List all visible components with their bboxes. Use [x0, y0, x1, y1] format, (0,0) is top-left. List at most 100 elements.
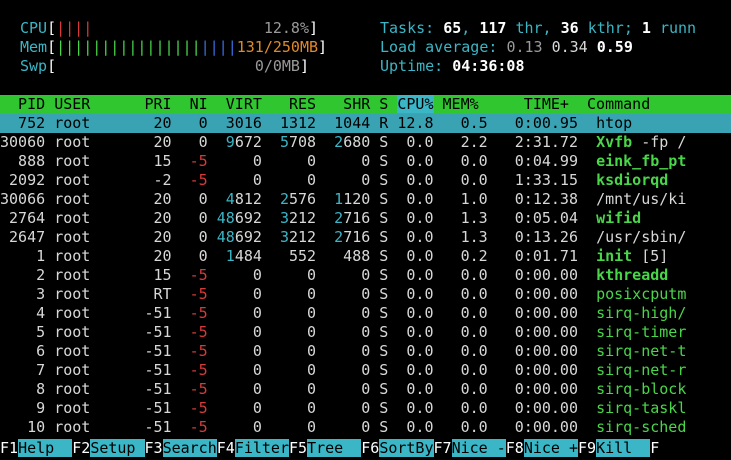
- col-res-header[interactable]: RES: [262, 95, 316, 113]
- cell-cpu: 0.0: [388, 323, 434, 341]
- col-command-header[interactable]: Command: [569, 95, 650, 113]
- fkey-label-help[interactable]: Help: [18, 439, 73, 457]
- cell-time: 0:00.00: [487, 342, 578, 360]
- table-row[interactable]: 5 root -51 -5 0 0 0 S 0.0 0.0 0:00.00 si…: [0, 323, 686, 342]
- cell-mem: 2.2: [433, 133, 488, 151]
- table-row[interactable]: 2647 root 20 0 48692 3212 2716 S 0.0 1.3…: [0, 228, 686, 247]
- table-row[interactable]: 7 root -51 -5 0 0 0 S 0.0 0.0 0:00.00 si…: [0, 361, 686, 380]
- cell-command: sirq-net-r: [596, 361, 687, 379]
- col-virt-header[interactable]: VIRT: [208, 95, 262, 113]
- cell-shr: 0: [316, 171, 371, 189]
- cell-time: 0:00.00: [487, 323, 578, 341]
- table-row[interactable]: 2092 root -2 -5 0 0 0 S 0.0 0.0 1:33.15 …: [0, 171, 668, 190]
- fkey-f5: F5: [289, 439, 308, 457]
- col-pri-header[interactable]: PRI: [126, 95, 171, 113]
- cell-ni: -5: [171, 152, 208, 170]
- cell-time: 0:12.38: [487, 190, 578, 208]
- cell-time: 0:13.26: [487, 228, 578, 246]
- cell-res: 0: [261, 266, 317, 284]
- table-row[interactable]: 3 root RT -5 0 0 0 S 0.0 0.0 0:00.00 pos…: [0, 285, 686, 304]
- cell-cpu: 0.0: [388, 304, 434, 322]
- table-row[interactable]: 2764 root 20 0 48692 3212 2716 S 0.0 1.3…: [0, 209, 641, 228]
- table-row[interactable]: 30066 root 20 0 4812 2576 1120 S 0.0 1.0…: [0, 190, 686, 209]
- cell-cpu: 0.0: [388, 209, 434, 227]
- col-s-header[interactable]: S: [370, 95, 388, 113]
- cell-virt: 0: [207, 266, 262, 284]
- cell-cpu: 0.0: [388, 266, 434, 284]
- cell-virt: 3016: [207, 114, 262, 132]
- cell-cpu: 0.0: [388, 247, 434, 265]
- cell-cpu: 0.0: [388, 399, 434, 417]
- cpu-label: CPU: [20, 19, 48, 37]
- cpu-value: 12.8%: [263, 19, 309, 37]
- cell-command: Xvfb: [596, 133, 633, 151]
- fkey-label-search[interactable]: Search: [162, 439, 217, 457]
- table-row[interactable]: 9 root -51 -5 0 0 0 S 0.0 0.0 0:00.00 si…: [0, 399, 686, 418]
- cell-state: S: [370, 304, 389, 322]
- cell-shr: 2680: [316, 133, 371, 151]
- cell-time: 0:00.00: [487, 361, 578, 379]
- table-row[interactable]: 888 root 15 -5 0 0 0 S 0.0 0.0 0:04.99 e…: [0, 152, 686, 171]
- table-row[interactable]: 2 root 15 -5 0 0 0 S 0.0 0.0 0:00.00 kth…: [0, 266, 668, 285]
- load-5: 0.34: [551, 38, 588, 56]
- cell-user: root: [54, 380, 127, 398]
- col-pid-header[interactable]: PID: [0, 95, 45, 113]
- cell-user: root: [54, 152, 127, 170]
- cell-virt: 0: [207, 361, 262, 379]
- table-row[interactable]: 4 root -51 -5 0 0 0 S 0.0 0.0 0:00.00 si…: [0, 304, 686, 323]
- col-shr-header[interactable]: SHR: [316, 95, 370, 113]
- fkey-label-nice[interactable]: Nice +: [523, 439, 578, 457]
- cell-pid: 30066: [0, 190, 46, 208]
- table-row[interactable]: 8 root -51 -5 0 0 0 S 0.0 0.0 0:00.00 si…: [0, 380, 686, 399]
- cell-command: sirq-net-t: [596, 342, 687, 360]
- table-row[interactable]: 30060 root 20 0 9672 5708 2680 S 0.0 2.2…: [0, 133, 686, 152]
- cell-command: sirq-high/: [596, 304, 687, 322]
- process-table-header[interactable]: PID USER PRI NI VIRT RES SHR S CPU% MEM%…: [0, 95, 731, 114]
- fkey-label-nice[interactable]: Nice -: [451, 439, 506, 457]
- load-15: 0.59: [596, 38, 633, 56]
- cell-virt: 1484: [207, 247, 262, 265]
- cell-virt: 0: [207, 380, 262, 398]
- cell-time: 2:31.72: [487, 133, 578, 151]
- fkey-label-tree[interactable]: Tree: [307, 439, 362, 457]
- load-1: 0.13: [506, 38, 543, 56]
- table-row[interactable]: 10 root -51 -5 0 0 0 S 0.0 0.0 0:00.00 s…: [0, 418, 686, 437]
- cell-time: 0:00.00: [487, 285, 578, 303]
- cell-user: root: [54, 133, 127, 151]
- cell-res: 5708: [261, 133, 317, 151]
- cell-mem: 0.0: [433, 152, 488, 170]
- cell-user: root: [54, 190, 127, 208]
- cell-user: root: [54, 228, 127, 246]
- cell-pid: 1: [0, 247, 46, 265]
- running-count: 1: [641, 19, 651, 37]
- cell-args: -fp /: [632, 133, 687, 151]
- cell-shr: 0: [316, 152, 371, 170]
- table-row[interactable]: 1 root 20 0 1484 552 488 S 0.0 0.2 0:01.…: [0, 247, 668, 266]
- fkey-label-setup[interactable]: Setup: [90, 439, 145, 457]
- cell-state: S: [370, 399, 389, 417]
- load-average: Load average: 0.13 0.34 0.59: [380, 38, 633, 56]
- col-ni-header[interactable]: NI: [172, 95, 208, 113]
- col-cpu-header-sorted[interactable]: CPU%: [397, 95, 434, 113]
- cell-ni: -5: [171, 285, 208, 303]
- cell-pid: 3: [0, 285, 46, 303]
- table-row-selected[interactable]: 752 root 20 0 3016 1312 1044 R 12.8 0.5 …: [0, 114, 731, 133]
- col-user-header[interactable]: USER: [54, 95, 126, 113]
- col-mem-header[interactable]: MEM%: [434, 95, 479, 113]
- col-time-header[interactable]: TIME+: [479, 95, 569, 113]
- uptime-value: 04:36:08: [452, 57, 525, 75]
- cell-time: 0:00.00: [487, 380, 578, 398]
- cell-command: sirq-timer: [596, 323, 687, 341]
- cell-time: 0:04.99: [487, 152, 578, 170]
- fkey-label-kill[interactable]: Kill: [596, 439, 651, 457]
- fkey-label-sortby[interactable]: SortBy: [379, 439, 434, 457]
- cell-ni: -5: [171, 380, 208, 398]
- fkey-f2: F2: [72, 439, 91, 457]
- cell-mem: 1.0: [433, 190, 488, 208]
- cell-shr: 0: [316, 399, 371, 417]
- table-row[interactable]: 6 root -51 -5 0 0 0 S 0.0 0.0 0:00.00 si…: [0, 342, 686, 361]
- cell-mem: 1.3: [433, 209, 488, 227]
- cell-shr: 0: [316, 266, 371, 284]
- fkey-label-filter[interactable]: Filter: [234, 439, 289, 457]
- cell-mem: 0.0: [433, 399, 488, 417]
